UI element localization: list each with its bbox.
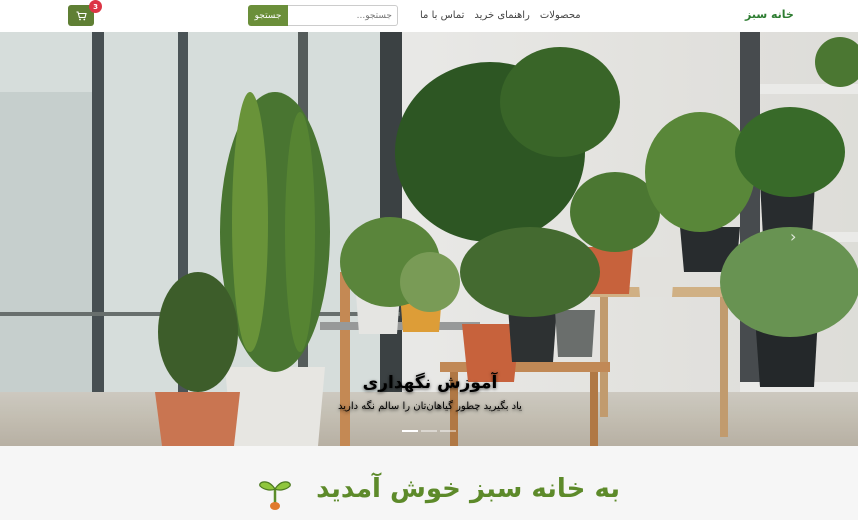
cart-button[interactable]: 3 [68, 0, 102, 26]
carousel-indicators [402, 430, 456, 432]
nav-link-guide[interactable]: راهنمای خرید [474, 10, 529, 21]
nav-links: محصولات راهنمای خرید تماس با ما [420, 10, 581, 21]
navbar: خانه سبز محصولات راهنمای خرید تماس با ما… [0, 0, 858, 33]
carousel-indicator-1[interactable] [402, 430, 418, 432]
hero-caption-text: یاد بگیرید چطور گیاهان‌تان را سالم نگه د… [338, 401, 522, 412]
search-form: جستجو [248, 5, 398, 26]
welcome-title: به خانه سبز خوش آمدید [316, 474, 620, 504]
hero-carousel: › آموزش نگهداری یاد بگیرید چطور گیاهان‌ت… [0, 32, 858, 446]
carousel-indicator-3[interactable] [440, 430, 456, 432]
carousel-indicator-2[interactable] [421, 430, 437, 432]
cart-icon [76, 10, 87, 20]
cart-count-badge: 3 [89, 0, 102, 13]
hero-caption-title: آموزش نگهداری [362, 373, 498, 393]
search-button[interactable]: جستجو [248, 5, 288, 26]
nav-link-contact[interactable]: تماس با ما [420, 10, 464, 21]
sprout-icon [259, 481, 291, 510]
nav-link-products[interactable]: محصولات [540, 10, 581, 21]
welcome-section: به خانه سبز خوش آمدید [0, 446, 858, 520]
carousel-next-button[interactable]: › [790, 227, 796, 246]
search-input[interactable] [288, 5, 398, 26]
brand-logo[interactable]: خانه سبز [745, 8, 794, 21]
